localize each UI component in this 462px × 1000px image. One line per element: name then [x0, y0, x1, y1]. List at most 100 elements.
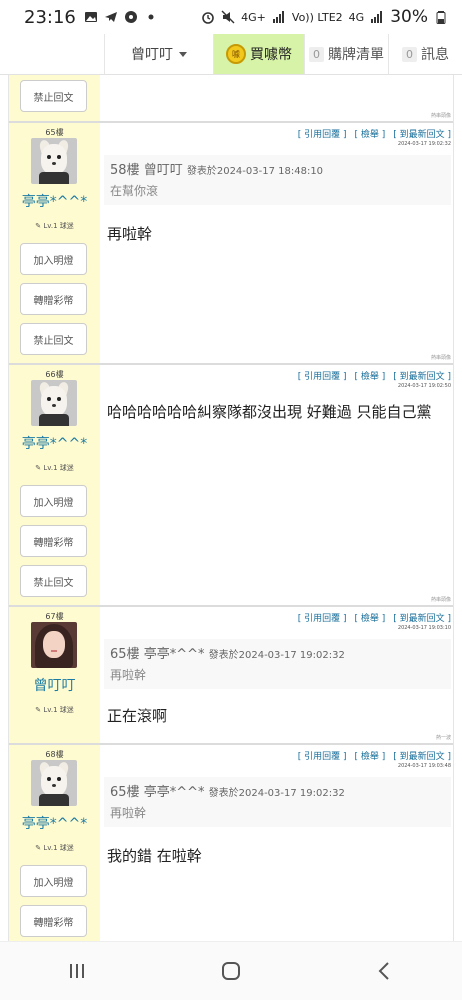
post-66: 66樓 亭亭*^^* ✎ Lv.1 球迷 加入明燈 轉贈彩幣 禁止回文 [ 引用… — [9, 365, 453, 607]
chihuahua-avatar-image — [31, 380, 77, 426]
report-link[interactable]: [ 檢舉 ] — [355, 611, 386, 624]
quote-meta: 發表於2024-03-17 19:02:32 — [208, 788, 345, 799]
poster-username[interactable]: 亭亭*^^* — [9, 191, 100, 211]
dot-icon — [148, 14, 154, 20]
mute-icon — [221, 10, 235, 24]
quote-floor: 65樓 — [110, 647, 140, 662]
post-body: 再啦幹 — [107, 225, 153, 243]
post-time: 2024-03-17 19:03:10 — [397, 625, 451, 631]
post-actions: [ 引用回覆 ] [ 檢舉 ] [ 到最新回文 ] — [298, 749, 451, 762]
cart-label: 購牌清單 — [328, 47, 384, 63]
add-bright-lamp-button[interactable]: 加入明燈 — [20, 243, 87, 275]
post-corner-tag: 熱串頭像 — [430, 355, 451, 361]
quote-meta: 發表於2024-03-17 18:48:10 — [186, 166, 324, 177]
status-system-icons: 4G+ Vo)) LTE2 4G 30% — [201, 7, 448, 27]
user-menu-dropdown[interactable]: 曾叮叮 — [104, 34, 214, 74]
quote-text: 再啦幹 — [110, 806, 147, 820]
block-reply-button[interactable]: 禁止回文 — [20, 565, 87, 597]
block-reply-button[interactable]: 禁止回文 — [20, 323, 87, 355]
quote-text: 在幫你滾 — [110, 184, 159, 198]
nav-username: 曾叮叮 — [131, 47, 173, 63]
quoted-post: 65樓 亭亭*^^* 發表於2024-03-17 19:02:32 再啦幹 — [104, 777, 451, 827]
quote-user: 亭亭*^^* — [143, 647, 205, 662]
recents-icon[interactable] — [63, 957, 91, 985]
status-time: 23:16 — [24, 6, 76, 28]
post-time: 2024-03-17 19:02:32 — [397, 141, 451, 147]
post-actions: [ 引用回覆 ] [ 檢舉 ] [ 到最新回文 ] — [298, 611, 451, 624]
post-time: 2024-03-17 19:02:50 — [397, 383, 451, 389]
chihuahua-avatar-image — [31, 760, 77, 806]
post-sidebar: 65樓 亭亭*^^* ✎ Lv.1 球迷 加入明燈 轉贈彩幣 禁止回文 — [9, 123, 100, 363]
poster-username[interactable]: 亭亭*^^* — [9, 813, 100, 833]
cart-button[interactable]: 0 購牌清單 — [304, 34, 388, 74]
add-bright-lamp-button[interactable]: 加入明燈 — [20, 865, 87, 897]
floor-number: 68樓 — [45, 750, 64, 759]
alarm-icon — [202, 12, 214, 24]
post-body: 正在滾啊 — [107, 707, 168, 725]
quote-user: 亭亭*^^* — [143, 785, 205, 800]
post-corner-tag: 熱串頭像 — [430, 597, 451, 603]
battery-icon — [436, 11, 446, 24]
quote-user: 曾叮叮 — [143, 163, 183, 178]
latest-reply-link[interactable]: [ 到最新回文 ] — [393, 749, 451, 762]
avatar[interactable] — [31, 622, 77, 668]
block-reply-button[interactable]: 禁止回文 — [20, 80, 87, 112]
buy-coins-label: 買噱幣 — [250, 47, 292, 63]
post-main: [ 引用回覆 ] [ 檢舉 ] [ 到最新回文 ] 2024-03-17 19:… — [100, 365, 453, 605]
quote-reply-link[interactable]: [ 引用回覆 ] — [298, 369, 347, 382]
latest-reply-link[interactable]: [ 到最新回文 ] — [393, 127, 451, 140]
quote-meta: 發表於2024-03-17 19:02:32 — [208, 650, 345, 661]
latest-reply-link[interactable]: [ 到最新回文 ] — [393, 611, 451, 624]
avatar[interactable] — [31, 380, 77, 426]
signal-icon — [272, 11, 284, 23]
gift-coins-button[interactable]: 轉贈彩幣 — [20, 283, 87, 315]
post-actions: [ 引用回覆 ] [ 檢舉 ] [ 到最新回文 ] — [298, 127, 451, 140]
buy-coins-button[interactable]: 噱 買噱幣 — [214, 34, 304, 74]
floor-number: 67樓 — [45, 612, 64, 621]
messages-button[interactable]: 0 訊息 — [388, 34, 462, 74]
avatar[interactable] — [31, 138, 77, 184]
post-68: 68樓 亭亭*^^* ✎ Lv.1 球迷 加入明燈 轉贈彩幣 [ 引用回覆 ] … — [9, 745, 453, 941]
report-link[interactable]: [ 檢舉 ] — [355, 127, 386, 140]
floor-number: 65樓 — [45, 128, 64, 137]
battery-percent: 30% — [390, 7, 428, 27]
post-67: 67樓 曾叮叮 ✎ Lv.1 球迷 [ 引用回覆 ] [ 檢舉 ] [ 到最新回… — [9, 607, 453, 745]
telegram-icon — [104, 12, 117, 22]
network-4g: 4G — [348, 10, 365, 24]
gift-coins-button[interactable]: 轉贈彩幣 — [20, 905, 87, 937]
gift-coins-button[interactable]: 轉贈彩幣 — [20, 525, 87, 557]
avatar[interactable] — [31, 760, 77, 806]
cart-count-badge: 0 — [309, 46, 324, 62]
status-bar: 23:16 4G+ Vo)) LTE2 4G 30% — [0, 0, 462, 34]
post-body: 哈哈哈哈哈哈糾察隊都沒出現 好難過 只能自己黨 — [107, 403, 432, 421]
back-icon[interactable] — [371, 957, 399, 985]
report-link[interactable]: [ 檢舉 ] — [355, 749, 386, 762]
android-navigation-bar — [0, 941, 462, 1000]
post-sidebar: 67樓 曾叮叮 ✎ Lv.1 球迷 — [9, 607, 100, 743]
quoted-post: 58樓 曾叮叮 發表於2024-03-17 18:48:10 在幫你滾 — [104, 155, 451, 205]
quote-text: 再啦幹 — [110, 668, 147, 682]
network-4g-plus: 4G+ — [241, 10, 266, 24]
home-icon[interactable] — [217, 957, 245, 985]
post-time: 2024-03-17 19:03:48 — [397, 763, 451, 769]
chihuahua-avatar-image — [31, 138, 77, 184]
quote-reply-link[interactable]: [ 引用回覆 ] — [298, 749, 347, 762]
post-partial: 禁止回文 熱串頭像 — [9, 75, 453, 123]
profile-photo-avatar-image — [31, 622, 77, 668]
post-main: [ 引用回覆 ] [ 檢舉 ] [ 到最新回文 ] 2024-03-17 19:… — [100, 123, 453, 363]
poster-username[interactable]: 曾叮叮 — [9, 675, 100, 695]
post-main: [ 引用回覆 ] [ 檢舉 ] [ 到最新回文 ] 2024-03-17 19:… — [100, 745, 453, 941]
chevron-down-icon — [179, 51, 187, 57]
messages-label: 訊息 — [421, 47, 449, 63]
floor-number: 66樓 — [45, 370, 64, 379]
messages-count-badge: 0 — [402, 46, 417, 62]
report-link[interactable]: [ 檢舉 ] — [355, 369, 386, 382]
signal-icon-2 — [371, 11, 383, 23]
image-icon — [84, 12, 97, 22]
quote-reply-link[interactable]: [ 引用回覆 ] — [298, 127, 347, 140]
add-bright-lamp-button[interactable]: 加入明燈 — [20, 485, 87, 517]
poster-username[interactable]: 亭亭*^^* — [9, 433, 100, 453]
post-sidebar: 68樓 亭亭*^^* ✎ Lv.1 球迷 加入明燈 轉贈彩幣 — [9, 745, 100, 941]
quote-reply-link[interactable]: [ 引用回覆 ] — [298, 611, 347, 624]
latest-reply-link[interactable]: [ 到最新回文 ] — [393, 369, 451, 382]
